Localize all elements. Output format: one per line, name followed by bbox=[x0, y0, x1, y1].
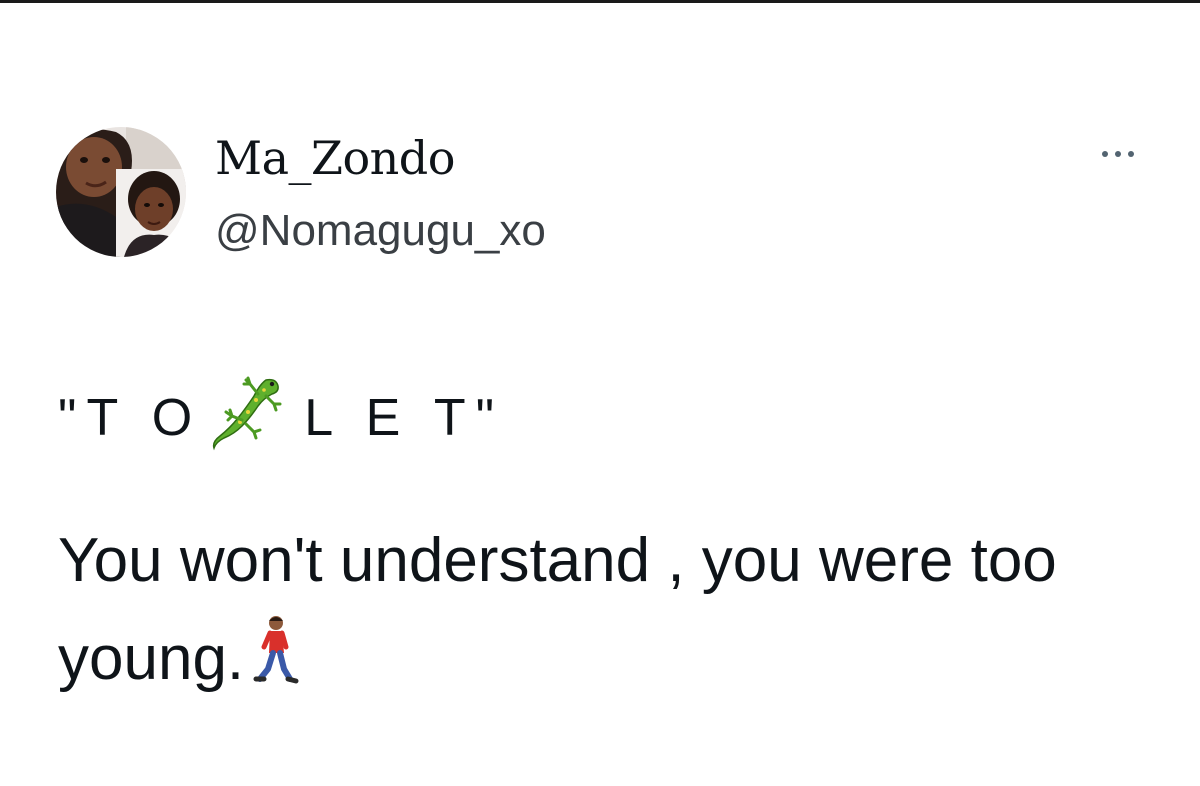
more-dots-icon bbox=[1115, 151, 1121, 157]
profile-photo-icon bbox=[56, 127, 186, 257]
user-handle[interactable]: @Nomagugu_xo bbox=[215, 204, 546, 258]
lizard-emoji-icon bbox=[206, 372, 286, 452]
tweet-body-text: You won't understand , you were too youn… bbox=[58, 526, 1057, 693]
headline-text-after: L E T" bbox=[304, 389, 505, 447]
headline-text-before: "T O bbox=[58, 389, 203, 447]
more-dots-icon bbox=[1128, 151, 1134, 157]
person-walking-emoji-icon bbox=[252, 613, 300, 687]
display-name[interactable]: Ma_Zondo bbox=[215, 130, 455, 186]
avatar[interactable] bbox=[56, 127, 186, 257]
more-dots-icon bbox=[1102, 151, 1108, 157]
tweet-headline: "T O L E T" bbox=[58, 376, 505, 458]
more-options-button[interactable] bbox=[1088, 138, 1148, 168]
tweet-card: Ma_Zondo @Nomagugu_xo "T O L E T" You wo… bbox=[0, 0, 1200, 786]
tweet-body: You won't understand , you were too youn… bbox=[58, 512, 1158, 708]
